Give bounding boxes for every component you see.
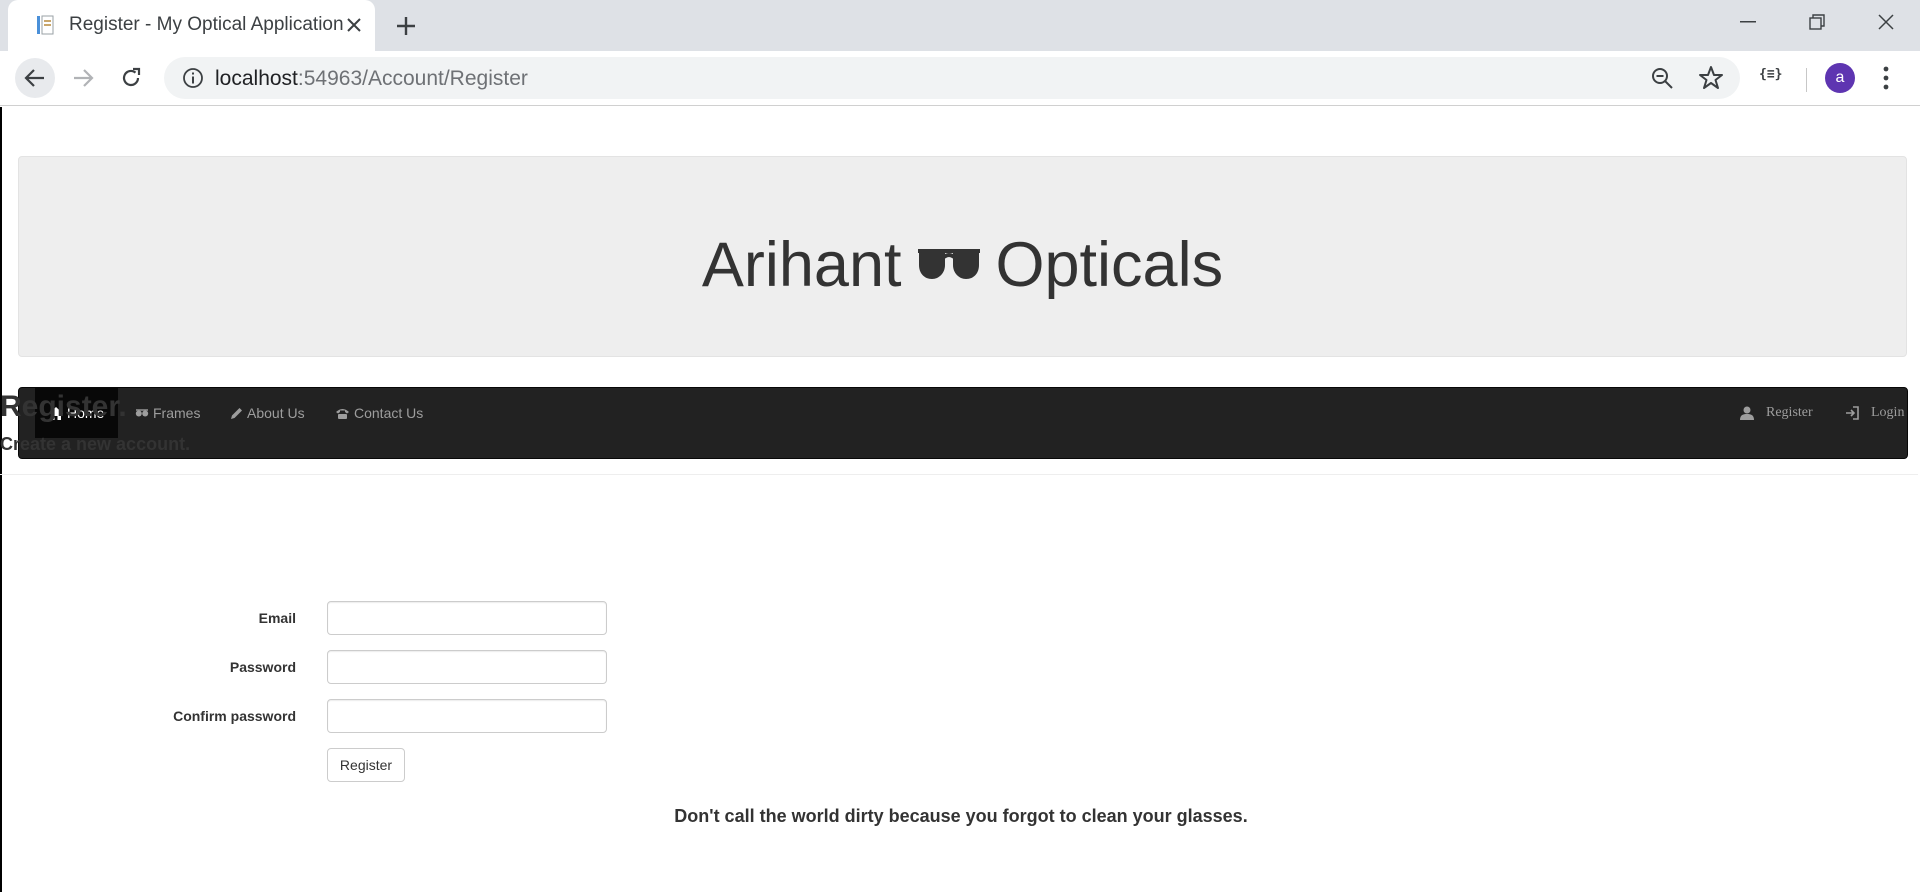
tab-strip: Register - My Optical Application: [0, 0, 1920, 51]
nav-login-label: Login: [1871, 405, 1905, 420]
page-subtitle: Create a new account.: [0, 434, 191, 454]
browser-tab[interactable]: Register - My Optical Application: [8, 0, 375, 51]
email-field[interactable]: [327, 601, 607, 635]
reload-icon[interactable]: [111, 58, 151, 98]
url-path: :54963/Account/Register: [297, 67, 528, 90]
login-icon: [1846, 406, 1859, 420]
forward-arrow-icon[interactable]: [63, 58, 103, 98]
zoom-out-icon[interactable]: [1650, 66, 1674, 90]
restore-icon[interactable]: [1783, 0, 1851, 44]
user-icon: [1740, 406, 1754, 420]
page-title: Register.: [0, 390, 127, 423]
toolbar-divider: [1806, 68, 1807, 92]
glasses-icon: [135, 409, 149, 417]
nav-register[interactable]: Register: [1740, 405, 1813, 421]
url-text: localhost:54963/Account/Register: [215, 67, 528, 91]
pencil-icon: [231, 407, 242, 419]
password-label: Password: [229, 659, 296, 675]
url-host: localhost: [215, 67, 298, 90]
nav-contact[interactable]: Contact Us: [335, 388, 423, 438]
password-field[interactable]: [327, 650, 607, 684]
footer-quote: Don't call the world dirty because you f…: [674, 806, 1248, 826]
browser-toolbar: localhost:54963/Account/Register {≡} a: [0, 51, 1920, 106]
address-bar[interactable]: localhost:54963/Account/Register: [164, 57, 1740, 99]
jumbotron-header: Arihant Opticals: [18, 156, 1907, 357]
back-arrow-icon[interactable]: [15, 58, 55, 98]
brand-name-right: Opticals: [995, 230, 1224, 300]
kebab-menu-icon[interactable]: [1874, 65, 1898, 91]
extension-icon[interactable]: {≡}: [1759, 67, 1782, 82]
tab-close-icon[interactable]: [341, 12, 367, 38]
nav-frames[interactable]: Frames: [135, 388, 200, 438]
phone-icon: [336, 408, 349, 419]
nav-register-label: Register: [1766, 405, 1813, 420]
nav-contact-label: Contact Us: [354, 405, 424, 421]
window-close-icon[interactable]: [1852, 0, 1920, 44]
confirm-password-label: Confirm password: [173, 708, 296, 724]
brand-name-left: Arihant: [701, 230, 902, 300]
nav-about[interactable]: About Us: [230, 388, 305, 438]
nav-frames-label: Frames: [153, 405, 201, 421]
divider: [0, 474, 1918, 475]
main-navbar: Home Frames About Us Contact Us Register…: [18, 387, 1908, 459]
profile-avatar[interactable]: a: [1825, 63, 1855, 93]
email-label: Email: [258, 610, 296, 626]
minimize-icon[interactable]: [1714, 0, 1782, 44]
register-submit-button[interactable]: Register: [327, 748, 405, 782]
nav-login[interactable]: Login: [1845, 405, 1904, 421]
site-brand: Arihant Opticals: [19, 229, 1906, 301]
tab-title: Register - My Optical Application: [69, 14, 344, 35]
nav-about-label: About Us: [247, 405, 305, 421]
bookmark-star-icon[interactable]: [1698, 65, 1724, 91]
confirm-password-field[interactable]: [327, 699, 607, 733]
sunglasses-icon: [917, 249, 980, 280]
new-tab-plus-icon[interactable]: [391, 11, 421, 41]
site-info-icon[interactable]: [182, 67, 204, 89]
page-content: Arihant Opticals Home Frames About Us Co…: [0, 107, 1920, 892]
page-favicon-icon: [37, 15, 54, 35]
